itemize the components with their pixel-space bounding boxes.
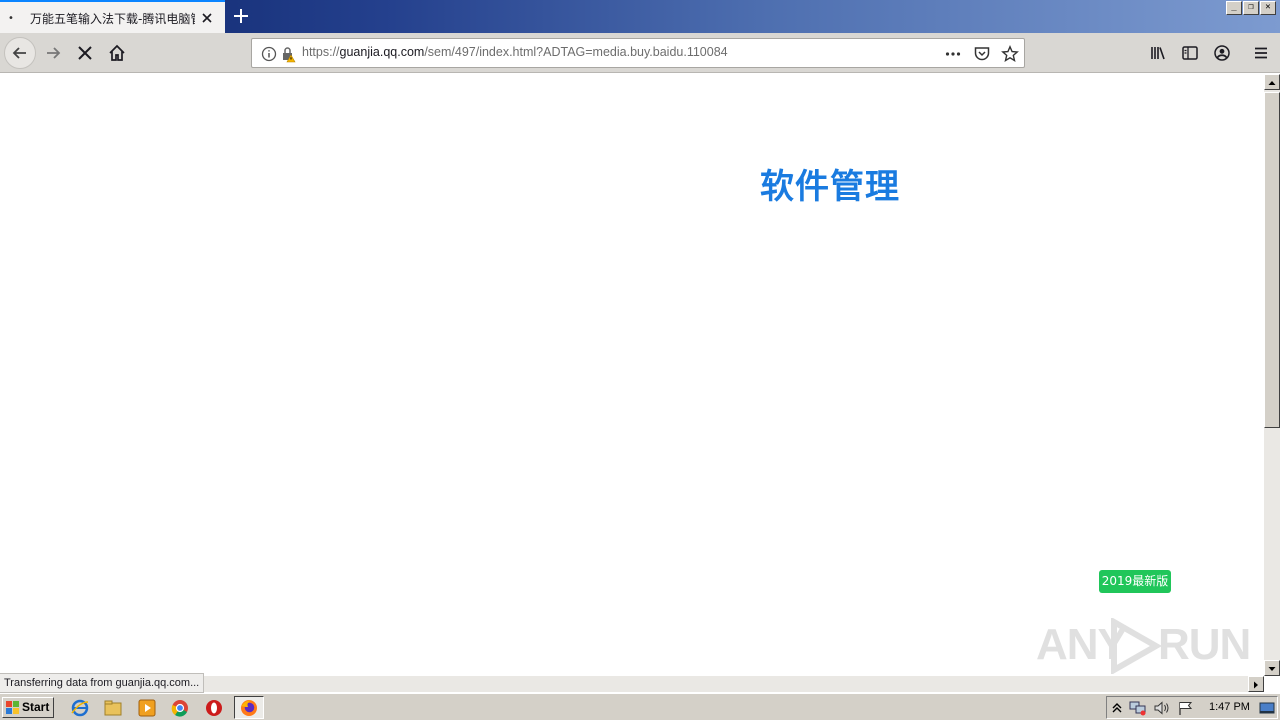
volume-icon[interactable]	[1153, 700, 1171, 716]
url-bar[interactable]: https://guanjia.qq.com/sem/497/index.htm…	[251, 38, 1025, 68]
version-badge[interactable]: 2019最新版	[1099, 570, 1171, 593]
forward-button[interactable]	[37, 37, 69, 69]
insecure-lock-icon[interactable]	[280, 45, 298, 63]
taskbar-clock[interactable]: 1:47 PM	[1209, 701, 1250, 713]
tab-title: 万能五笔输入法下载-腾讯电脑管家	[30, 12, 195, 26]
account-button[interactable]	[1206, 37, 1238, 69]
start-button[interactable]: Start	[2, 697, 54, 718]
forward-arrow-icon	[47, 47, 61, 59]
scroll-down-button[interactable]	[1264, 660, 1280, 676]
show-desktop-icon[interactable]	[1259, 701, 1275, 715]
window-controls: _ ❐ ✕	[1226, 1, 1276, 15]
file-explorer-icon[interactable]	[103, 698, 123, 718]
firefox-icon	[241, 700, 257, 716]
stop-loading-button[interactable]	[69, 37, 101, 69]
scroll-right-button[interactable]	[1248, 676, 1264, 692]
arrow-up-icon	[1268, 81, 1276, 85]
scroll-up-button[interactable]	[1264, 74, 1280, 90]
status-bar: Transferring data from guanjia.qq.com...	[0, 673, 205, 693]
url-text[interactable]: https://guanjia.qq.com/sem/497/index.htm…	[302, 45, 728, 59]
tab-strip: • 万能五笔输入法下载-腾讯电脑管家 _ ❐ ✕	[0, 0, 1280, 33]
play-logo-icon	[1111, 618, 1162, 674]
taskbar: Start 1:47 PM	[0, 693, 1280, 720]
tab-loading-indicator: •	[8, 13, 14, 24]
nav-toolbar: https://guanjia.qq.com/sem/497/index.htm…	[0, 33, 1280, 73]
action-center-flag-icon[interactable]	[1177, 700, 1195, 716]
sidebar-button[interactable]	[1174, 37, 1206, 69]
vertical-scrollbar[interactable]	[1264, 74, 1280, 676]
system-tray: 1:47 PM	[1106, 696, 1278, 719]
home-icon	[109, 44, 125, 61]
windows-logo-icon	[6, 701, 19, 714]
show-hidden-icons-icon[interactable]	[1111, 701, 1123, 715]
watermark-right-text: RUN	[1158, 620, 1251, 669]
media-player-icon[interactable]	[137, 698, 157, 718]
vertical-scroll-thumb[interactable]	[1264, 92, 1280, 428]
restore-button[interactable]: ❐	[1243, 1, 1259, 15]
close-window-button[interactable]: ✕	[1260, 1, 1276, 15]
new-tab-icon[interactable]	[231, 6, 251, 26]
browser-tab[interactable]: • 万能五笔输入法下载-腾讯电脑管家	[0, 0, 225, 33]
page-content: 软件管理 2019最新版 ANY RUN	[0, 74, 1264, 676]
page-headline: 软件管理	[760, 167, 900, 207]
minimize-button[interactable]: _	[1226, 1, 1242, 15]
url-host: guanjia.qq.com	[339, 45, 425, 59]
bookmark-star-icon[interactable]	[1001, 45, 1019, 63]
page-actions-icon[interactable]	[944, 45, 962, 63]
account-icon	[1214, 45, 1230, 61]
taskbar-firefox-active[interactable]	[234, 696, 264, 719]
start-label: Start	[22, 700, 50, 714]
url-path: /sem/497/index.html?ADTAG=media.buy.baid…	[424, 45, 728, 59]
menu-button[interactable]	[1245, 37, 1277, 69]
anyrun-watermark: ANY RUN	[1036, 614, 1251, 674]
arrow-down-icon	[1268, 667, 1276, 671]
stop-icon	[78, 46, 92, 60]
opera-icon[interactable]	[204, 698, 224, 718]
pocket-icon[interactable]	[973, 45, 991, 63]
home-button[interactable]	[101, 37, 133, 69]
site-info-icon[interactable]	[260, 45, 278, 63]
back-arrow-icon	[12, 47, 26, 59]
url-scheme: https://	[302, 45, 340, 59]
arrow-right-icon	[1254, 681, 1258, 689]
internet-explorer-icon[interactable]	[70, 698, 90, 718]
sidebar-icon	[1182, 46, 1198, 60]
hamburger-menu-icon	[1255, 47, 1267, 59]
library-button[interactable]	[1142, 37, 1174, 69]
chrome-icon[interactable]	[170, 698, 190, 718]
network-icon[interactable]	[1129, 700, 1147, 716]
back-button[interactable]	[4, 37, 36, 69]
close-tab-icon[interactable]	[199, 10, 215, 26]
library-icon	[1151, 47, 1165, 60]
